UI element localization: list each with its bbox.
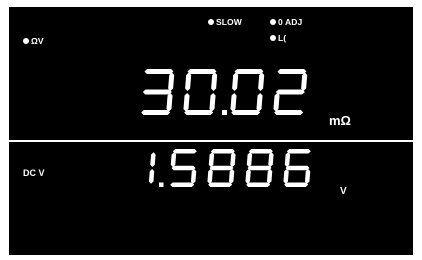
voltage-readout	[148, 149, 311, 187]
segment-e	[183, 93, 190, 112]
segment-e	[245, 169, 251, 184]
voltage-unit: V	[340, 186, 347, 197]
segment-e	[273, 93, 280, 112]
segment-c	[190, 169, 197, 184]
resistance-readout	[141, 69, 308, 115]
segment-g	[275, 89, 305, 95]
segment-a	[234, 69, 264, 74]
segment-a	[172, 149, 197, 154]
lo-indicator-label: L(	[278, 33, 287, 43]
segment-f	[185, 72, 192, 91]
segment-g	[285, 165, 310, 171]
meter-bezel: SLOW 0 ADJ L( ΩV mΩ DC V V	[0, 0, 422, 260]
segment-e	[207, 169, 213, 184]
segment-c	[166, 93, 173, 112]
mode-indicator-label: ΩV	[31, 36, 44, 46]
segment-f	[170, 152, 177, 167]
segment-g	[247, 165, 272, 171]
segment-e	[230, 93, 237, 112]
segment-d	[274, 110, 304, 115]
segment-b	[301, 72, 308, 91]
segment-f	[284, 152, 291, 167]
seven-segment-digit	[207, 149, 236, 187]
segment-c	[256, 93, 263, 112]
segment-g	[142, 89, 172, 95]
segment-a	[144, 69, 174, 74]
segment-b	[230, 152, 236, 167]
display-divider	[9, 140, 413, 142]
segment-g	[171, 165, 196, 171]
segment-b	[211, 72, 218, 91]
segment-b	[258, 72, 265, 91]
decimal-point	[222, 110, 227, 115]
segment-c	[209, 93, 216, 112]
segment-b	[150, 152, 156, 167]
segment-g	[209, 165, 234, 171]
segment-b	[168, 72, 175, 91]
segment-d	[246, 182, 271, 187]
segment-d	[184, 110, 214, 115]
segment-d	[141, 110, 171, 115]
indicator-dot-icon	[270, 19, 276, 25]
segment-b	[268, 152, 274, 167]
slow-indicator: SLOW	[208, 17, 242, 27]
segment-a	[248, 149, 273, 154]
segment-a	[286, 149, 311, 154]
lcd-screen: SLOW 0 ADJ L( ΩV mΩ DC V V	[9, 7, 413, 255]
lo-indicator: L(	[270, 33, 286, 43]
decimal-point	[159, 182, 164, 187]
segment-d	[208, 182, 233, 187]
seven-segment-digit	[230, 69, 265, 115]
seven-segment-digit	[170, 149, 197, 187]
segment-f	[232, 72, 239, 91]
segment-f	[246, 152, 253, 167]
segment-d	[284, 182, 309, 187]
segment-c	[228, 169, 235, 184]
segment-a	[187, 69, 217, 74]
seven-segment-digit	[141, 69, 175, 115]
segment-c	[148, 169, 155, 184]
slow-indicator-label: SLOW	[216, 17, 242, 27]
segment-a	[210, 149, 235, 154]
seven-segment-digit	[273, 69, 308, 115]
indicator-dot-icon	[23, 38, 29, 44]
segment-e	[283, 169, 289, 184]
indicator-dot-icon	[208, 19, 214, 25]
segment-f	[208, 152, 215, 167]
indicator-dot-icon	[270, 35, 276, 41]
mode-indicator: ΩV	[23, 36, 44, 46]
segment-d	[231, 110, 261, 115]
segment-c	[266, 169, 273, 184]
zero-adj-indicator: 0 ADJ	[270, 17, 302, 27]
zero-adj-indicator-label: 0 ADJ	[278, 17, 303, 27]
seven-segment-digit	[245, 149, 274, 187]
segment-a	[277, 69, 307, 74]
segment-d	[170, 182, 195, 187]
resistance-unit: mΩ	[329, 113, 351, 128]
segment-c	[304, 169, 311, 184]
seven-segment-digit	[183, 69, 218, 115]
seven-segment-digit	[148, 152, 156, 184]
seven-segment-digit	[283, 149, 311, 187]
dc-voltage-label: DC V	[23, 168, 45, 178]
